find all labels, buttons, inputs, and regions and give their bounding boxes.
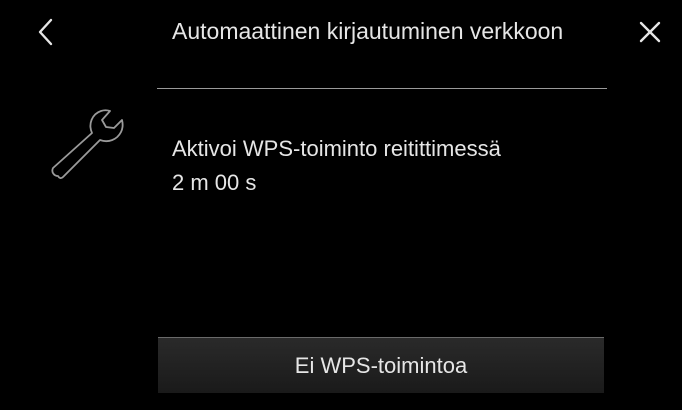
page-title: Automaattinen kirjautuminen verkkoon [172,18,564,44]
instruction-message: Aktivoi WPS-toiminto reitittimessä 2 m 0… [172,132,612,200]
wrench-icon [51,109,124,179]
instruction-text: Aktivoi WPS-toiminto reitittimessä [172,136,501,161]
countdown-timer: 2 m 00 s [172,170,257,195]
title-divider [157,88,607,89]
chevron-left-icon [38,18,53,46]
close-button[interactable] [630,14,670,50]
close-icon [639,21,661,43]
no-wps-button[interactable]: Ei WPS-toimintoa [158,337,604,393]
back-button[interactable] [28,14,64,50]
wps-connect-screen: Automaattinen kirjautuminen verkkoon Akt… [0,0,682,410]
